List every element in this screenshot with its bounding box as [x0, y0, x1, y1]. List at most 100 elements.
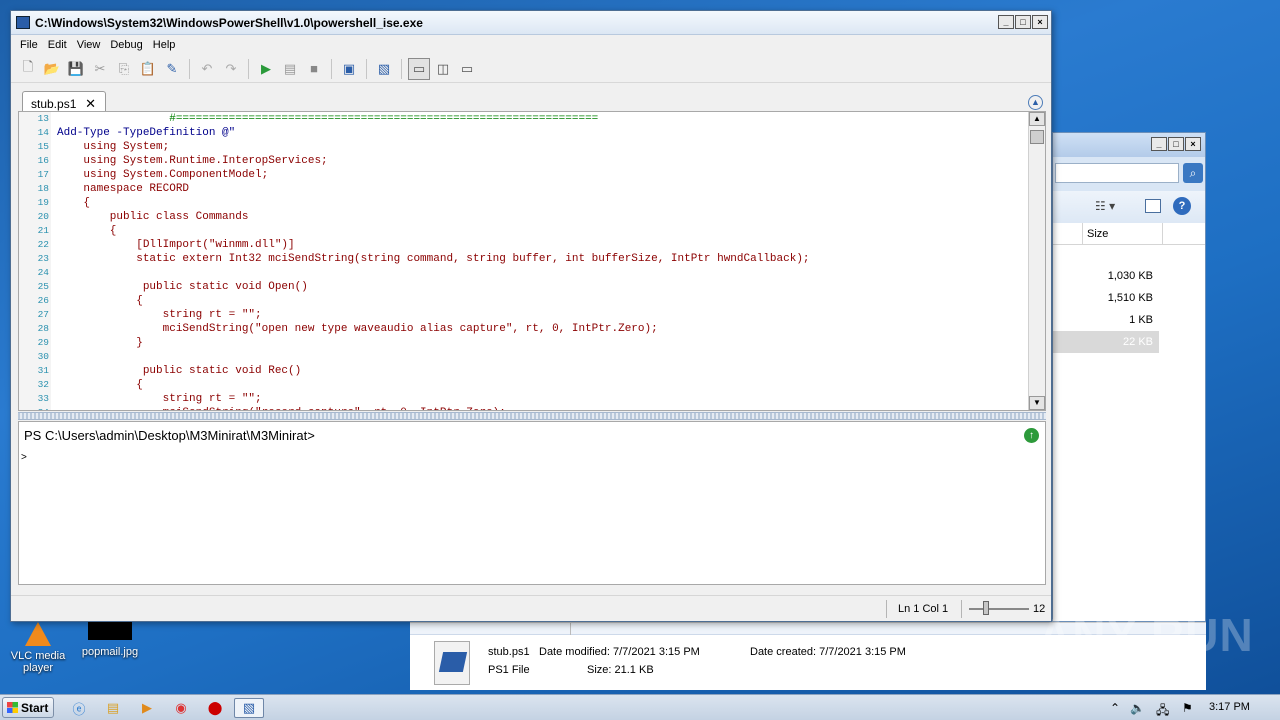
run-selection-icon[interactable]: ▤ [279, 58, 301, 80]
close-button[interactable]: × [1032, 15, 1048, 29]
code-line[interactable]: 19 { [19, 196, 810, 210]
line-number: 25 [37, 281, 49, 292]
menu-edit[interactable]: Edit [43, 37, 72, 55]
code-line[interactable]: 34 mciSendString("record capture", rt, 0… [19, 406, 810, 410]
code-line[interactable]: 32 { [19, 378, 810, 392]
code-line[interactable]: 29 } [19, 336, 810, 350]
code-line[interactable]: 28 mciSendString("open new type waveaudi… [19, 322, 810, 336]
network-icon[interactable]: 🖧 [1156, 701, 1169, 720]
close-button[interactable]: × [1185, 137, 1201, 151]
menu-debug[interactable]: Debug [105, 37, 147, 55]
start-button[interactable]: Start [2, 697, 54, 718]
code-line[interactable]: 14 Add-Type -TypeDefinition @" [19, 126, 810, 140]
powershell-ise-window[interactable]: C:\Windows\System32\WindowsPowerShell\v1… [10, 10, 1052, 622]
column-size[interactable]: Size [1083, 223, 1163, 244]
cursor-position: Ln 1 Col 1 [898, 603, 949, 615]
collapse-pane-icon[interactable]: ▲ [1028, 95, 1043, 110]
code-line[interactable]: 13 #====================================… [19, 112, 810, 126]
console-input[interactable]: > [21, 452, 27, 463]
code-line[interactable]: 16 using System.Runtime.InteropServices; [19, 154, 810, 168]
layout-right-icon[interactable]: ◫ [432, 58, 454, 80]
code-area[interactable]: 13 #====================================… [19, 112, 810, 410]
clear-console-icon[interactable]: ✎ [161, 58, 183, 80]
editor-vertical-scrollbar[interactable]: ▲ ▼ [1028, 112, 1045, 410]
code-line[interactable]: 15 using System; [19, 140, 810, 154]
scroll-down-arrow-icon[interactable]: ▼ [1029, 396, 1045, 410]
new-file-icon[interactable]: 🗋 [17, 58, 39, 80]
explorer-window[interactable]: _ □ × ⌕ ☷ ▾ ? Size 1,030 KB 1,510 KB 1 K… [1052, 132, 1206, 622]
line-number: 31 [37, 365, 49, 376]
action-center-flag-icon[interactable]: ⚑ [1182, 701, 1193, 715]
open-folder-icon[interactable]: 📂 [41, 58, 63, 80]
line-number: 17 [37, 169, 49, 180]
paste-icon[interactable]: 📋 [137, 58, 159, 80]
code-line[interactable]: 25 public static void Open() [19, 280, 810, 294]
ie-icon[interactable]: ⓔ [66, 698, 92, 718]
desktop-icon-vlc[interactable]: VLC media player [0, 622, 76, 674]
media-player-icon[interactable]: ▶ [134, 698, 160, 718]
file-size-cell[interactable]: 1,510 KB [1053, 287, 1159, 309]
scroll-up-arrow-icon[interactable]: ▲ [1029, 112, 1045, 126]
explorer-search-input[interactable] [1055, 163, 1179, 183]
desktop-icon-label: VLC media [10, 650, 66, 662]
line-number: 26 [37, 295, 49, 306]
script-editor[interactable]: 13 #====================================… [18, 111, 1046, 411]
powershell-ise-taskbar-icon[interactable]: ▧ [234, 698, 264, 718]
layout-max-icon[interactable]: ▭ [456, 58, 478, 80]
chrome-icon[interactable]: ◉ [168, 698, 194, 718]
code-line[interactable]: 20 public class Commands [19, 210, 810, 224]
code-line[interactable]: 27 string rt = ""; [19, 308, 810, 322]
maximize-button[interactable]: □ [1168, 137, 1184, 151]
menu-help[interactable]: Help [148, 37, 181, 55]
minimize-button[interactable]: _ [998, 15, 1014, 29]
help-icon[interactable]: ? [1173, 197, 1191, 215]
redo-icon[interactable]: ↷ [220, 58, 242, 80]
console-pane[interactable]: PS C:\Users\admin\Desktop\M3Minirat\M3Mi… [18, 421, 1046, 585]
code-line[interactable]: 26 { [19, 294, 810, 308]
menu-file[interactable]: File [15, 37, 43, 55]
code-text: #=======================================… [57, 113, 599, 125]
minimize-button[interactable]: _ [1151, 137, 1167, 151]
remote-powershell-icon[interactable]: ▣ [338, 58, 360, 80]
line-number: 30 [37, 351, 49, 362]
file-size-cell[interactable]: 1,030 KB [1053, 265, 1159, 287]
layout-top-icon[interactable]: ▭ [408, 57, 430, 80]
preview-pane-icon[interactable] [1145, 199, 1161, 213]
file-size-cell-selected[interactable]: 22 KB [1053, 331, 1159, 353]
save-icon[interactable]: 💾 [65, 58, 87, 80]
menu-view[interactable]: View [72, 37, 106, 55]
pane-splitter[interactable] [18, 412, 1046, 420]
zoom-slider-track[interactable] [969, 608, 1029, 610]
run-script-icon[interactable]: ▶ [255, 58, 277, 80]
undo-icon[interactable]: ↶ [196, 58, 218, 80]
powershell-console-icon[interactable]: ▧ [373, 58, 395, 80]
search-icon[interactable]: ⌕ [1183, 163, 1203, 183]
view-options-icon[interactable]: ☷ ▾ [1095, 199, 1115, 213]
code-line[interactable]: 31 public static void Rec() [19, 364, 810, 378]
expand-pane-icon[interactable]: ↑ [1024, 428, 1039, 443]
code-line[interactable]: 23 static extern Int32 mciSendString(str… [19, 252, 810, 266]
code-line[interactable]: 30 [19, 350, 810, 364]
close-tab-icon[interactable]: ✕ [85, 96, 96, 112]
code-line[interactable]: 33 string rt = ""; [19, 392, 810, 406]
copy-icon[interactable]: ⎘ [113, 58, 135, 80]
code-line[interactable]: 17 using System.ComponentModel; [19, 168, 810, 182]
code-line[interactable]: 18 namespace RECORD [19, 182, 810, 196]
cut-icon[interactable]: ✂ [89, 58, 111, 80]
maximize-button[interactable]: □ [1015, 15, 1031, 29]
opera-icon[interactable]: ⬤ [202, 698, 228, 718]
show-hidden-icons-icon[interactable]: ⌃ [1110, 701, 1120, 715]
code-line[interactable]: 24 [19, 266, 810, 280]
desktop-icon-popmail[interactable]: popmail.jpg [72, 622, 148, 658]
code-text: using System.Runtime.InteropServices; [57, 155, 328, 167]
zoom-slider-handle[interactable] [983, 601, 989, 615]
volume-icon[interactable]: 🔈 [1130, 701, 1145, 715]
code-line[interactable]: 21 { [19, 224, 810, 238]
scroll-thumb[interactable] [1030, 130, 1044, 144]
explorer-icon[interactable]: ▤ [100, 698, 126, 718]
clock[interactable]: 3:17 PM [1209, 701, 1250, 713]
stop-icon[interactable]: ■ [303, 58, 325, 80]
file-size-cell[interactable]: 1 KB [1053, 309, 1159, 331]
code-line[interactable]: 22 [DllImport("winmm.dll")] [19, 238, 810, 252]
